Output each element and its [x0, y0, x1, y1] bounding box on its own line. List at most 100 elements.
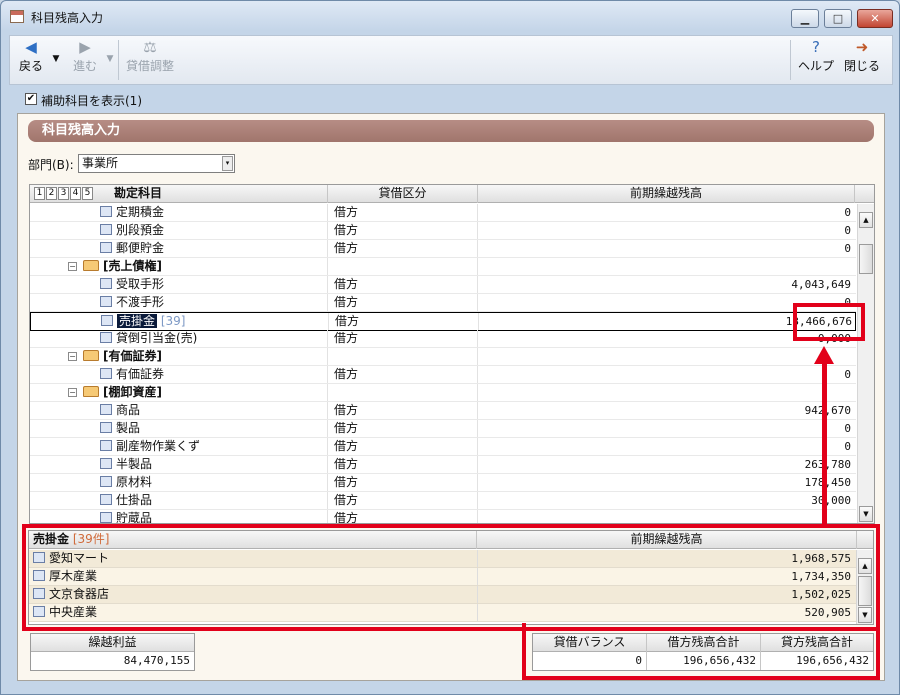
sub-account-row[interactable]: 中央産業 520,905 [29, 604, 857, 622]
level-4-button[interactable]: 4 [70, 187, 81, 200]
balance-cell[interactable]: 30,000 [478, 492, 855, 509]
dc-cell[interactable]: 借方 [328, 276, 478, 293]
dc-cell[interactable]: 借方 [328, 420, 478, 437]
dc-cell[interactable] [328, 258, 478, 275]
dc-cell[interactable]: 借方 [328, 456, 478, 473]
balance-cell[interactable]: 0 [478, 438, 855, 455]
level-2-button[interactable]: 2 [46, 187, 57, 200]
close-window-button[interactable]: ✕ [857, 9, 893, 28]
close-button[interactable]: ➜ 閉じる [842, 38, 882, 74]
account-icon [100, 494, 112, 505]
help-button[interactable]: ? ヘルプ [796, 38, 836, 74]
group-row[interactable]: − [売上債権] [30, 258, 856, 276]
account-row[interactable]: 副産物作業くず 借方 0 [30, 438, 856, 456]
title-bar: 科目残高入力 ▁ □ ✕ [1, 1, 899, 31]
balance-cell[interactable]: 0 [478, 222, 855, 239]
account-row[interactable]: 原材料 借方 178,450 [30, 474, 856, 492]
sub-balance-cell[interactable]: 1,502,025 [477, 586, 855, 603]
account-row[interactable]: 定期積金 借方 0 [30, 204, 856, 222]
balance-column-header: 前期繰越残高 [478, 185, 855, 203]
scroll-down-button[interactable]: ▼ [859, 506, 873, 522]
dc-cell[interactable]: 借方 [328, 510, 478, 523]
dc-cell[interactable]: 借方 [328, 438, 478, 455]
dc-cell[interactable] [328, 384, 478, 401]
sub-balance-cell[interactable]: 1,968,575 [477, 550, 855, 567]
account-row[interactable]: 別段預金 借方 0 [30, 222, 856, 240]
dc-cell[interactable] [328, 348, 478, 365]
account-cell: 別段預金 [30, 222, 328, 239]
account-row[interactable]: 売掛金 [39] 借方 13,466,676 [30, 312, 856, 331]
forward-dropdown-button[interactable]: ▼ [104, 54, 116, 64]
account-row[interactable]: 不渡手形 借方 0 [30, 294, 856, 312]
sub-scroll-down-button[interactable]: ▼ [858, 607, 872, 623]
dc-cell[interactable]: 借方 [329, 313, 479, 330]
account-icon [100, 278, 112, 289]
balance-cell[interactable]: 4,043,649 [478, 276, 855, 293]
maximize-button[interactable]: □ [824, 9, 852, 28]
sub-scroll-thumb[interactable] [858, 576, 872, 606]
dc-cell[interactable]: 借方 [328, 204, 478, 221]
dc-cell[interactable]: 借方 [328, 366, 478, 383]
balance-cell[interactable] [478, 348, 855, 365]
level-3-button[interactable]: 3 [58, 187, 69, 200]
balance-cell[interactable]: 178,450 [478, 474, 855, 491]
back-dropdown-button[interactable]: ▼ [50, 54, 62, 64]
balance-cell[interactable]: 0 [478, 204, 855, 221]
department-select[interactable]: 事業所 ▾ [78, 154, 235, 173]
account-row[interactable]: 有価証券 借方 0 [30, 366, 856, 384]
balance-cell[interactable]: 263,780 [478, 456, 855, 473]
show-sub-accounts-label[interactable]: 補助科目を表示(1) [41, 92, 142, 109]
balance-cell[interactable] [478, 510, 855, 523]
chevron-down-icon[interactable]: ▾ [222, 156, 233, 171]
grid-scrollbar[interactable]: ▲ ▼ [857, 204, 874, 523]
level-1-button[interactable]: 1 [34, 187, 45, 200]
balance-cell[interactable]: 0 [478, 366, 855, 383]
sub-account-name: 愛知マート [49, 551, 110, 565]
collapse-toggle-icon[interactable]: − [68, 388, 77, 397]
account-row[interactable]: 半製品 借方 263,780 [30, 456, 856, 474]
collapse-toggle-icon[interactable]: − [68, 352, 77, 361]
scroll-thumb[interactable] [859, 244, 873, 274]
account-row[interactable]: 受取手形 借方 4,043,649 [30, 276, 856, 294]
dc-cell[interactable]: 借方 [328, 474, 478, 491]
account-row[interactable]: 仕掛品 借方 30,000 [30, 492, 856, 510]
credit-total-column: 貸方残高合計 196,656,432 [761, 634, 873, 670]
balance-cell[interactable]: 942,670 [478, 402, 855, 419]
dc-cell[interactable]: 借方 [328, 222, 478, 239]
sub-account-grid: 売掛金 [39件] 前期繰越残高 愛知マート 1,968,575 厚木産業 1,734… [28, 530, 874, 625]
account-row[interactable]: 製品 借方 0 [30, 420, 856, 438]
dc-cell[interactable]: 借方 [328, 402, 478, 419]
sub-grid-scrollbar[interactable]: ▲ ▼ [856, 550, 873, 624]
sub-scroll-up-button[interactable]: ▲ [858, 558, 872, 574]
dc-column-header: 貸借区分 [328, 185, 478, 203]
dc-cell[interactable]: 借方 [328, 294, 478, 311]
account-row[interactable]: 郵便貯金 借方 0 [30, 240, 856, 258]
level-5-button[interactable]: 5 [82, 187, 93, 200]
minimize-button[interactable]: ▁ [791, 9, 819, 28]
sub-account-row[interactable]: 愛知マート 1,968,575 [29, 550, 857, 568]
balance-cell[interactable] [478, 258, 855, 275]
account-row[interactable]: 貸倒引当金(売) 借方 0,000 [30, 330, 856, 348]
dc-cell[interactable]: 借方 [328, 240, 478, 257]
sub-account-row[interactable]: 厚木産業 1,734,350 [29, 568, 857, 586]
group-name: [有価証券] [103, 349, 162, 363]
dc-cell[interactable]: 借方 [328, 492, 478, 509]
collapse-toggle-icon[interactable]: − [68, 262, 77, 271]
sub-balance-cell[interactable]: 520,905 [477, 604, 855, 621]
balance-cell[interactable]: 0 [478, 240, 855, 257]
dc-cell[interactable]: 借方 [328, 330, 478, 347]
balance-cell[interactable]: 0 [478, 420, 855, 437]
back-button[interactable]: ◀ 戻る [14, 38, 48, 74]
group-row[interactable]: − [有価証券] [30, 348, 856, 366]
scroll-up-button[interactable]: ▲ [859, 212, 873, 228]
sub-account-row[interactable]: 文京食器店 1,502,025 [29, 586, 857, 604]
account-name: 商品 [116, 403, 141, 417]
forward-button[interactable]: ▶ 進む [68, 38, 102, 74]
balance-cell[interactable] [478, 384, 855, 401]
show-sub-accounts-checkbox[interactable]: ✔ [25, 93, 37, 105]
group-row[interactable]: − [棚卸資産] [30, 384, 856, 402]
balance-adjust-button[interactable]: ⚖ 貸借調整 [122, 38, 178, 74]
account-row[interactable]: 商品 借方 942,670 [30, 402, 856, 420]
account-row[interactable]: 貯蔵品 借方 [30, 510, 856, 523]
sub-balance-cell[interactable]: 1,734,350 [477, 568, 855, 585]
